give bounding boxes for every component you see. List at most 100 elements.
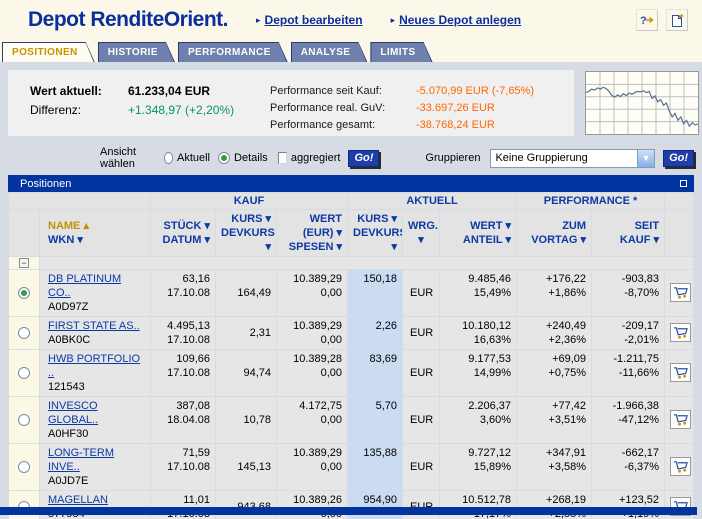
cart-button[interactable]	[670, 283, 691, 302]
seit-kauf-cell: -903,83-8,70%	[592, 270, 664, 316]
col-header-kurs-kauf[interactable]: KURS ▾DEVKURS ▾	[216, 210, 276, 256]
tab-performance[interactable]: PERFORMANCE	[178, 42, 288, 62]
tab-analyse[interactable]: ANALYSE	[291, 42, 368, 62]
position-name-link[interactable]: FIRST STATE AS..	[48, 319, 140, 333]
wert-anteil-cell: 10.180,1216,63%	[440, 317, 516, 349]
tab-positionen[interactable]: POSITIONEN	[2, 42, 95, 62]
gruppieren-select[interactable]: Keine Gruppierung ▼	[490, 149, 655, 168]
perf-seit-kauf-value: -5.070,99 EUR (-7,65%)	[416, 83, 534, 100]
collapse-spacer	[40, 257, 693, 269]
cart-button[interactable]	[670, 457, 691, 476]
radio-aktuell[interactable]	[164, 152, 173, 164]
table-row: FIRST STATE AS..A0BK0C4.495,1317.10.082,…	[9, 317, 693, 349]
zum-vortag-cell: +176,22+1,86%	[517, 270, 591, 316]
col-header-wrg[interactable]: WRG.▾	[403, 210, 439, 256]
position-name-link[interactable]: MAGELLAN	[48, 493, 108, 507]
position-name-link[interactable]: DB PLATINUM CO..	[48, 272, 145, 300]
position-wkn: 121543	[48, 380, 145, 394]
perf-real-guv-label: Performance real. GuV:	[270, 100, 416, 117]
gruppieren-go-button[interactable]: Go!	[663, 150, 694, 167]
col-header-wert-aktuell[interactable]: WERT ▾ANTEIL ▾	[440, 210, 516, 256]
new-document-button[interactable]	[666, 9, 688, 31]
neues-depot-link[interactable]: Neues Depot anlegen	[399, 13, 521, 27]
radio-aktuell-label: Aktuell	[177, 152, 210, 164]
summary-box: Wert aktuell: 61.233,04 EUR Differenz: +…	[8, 70, 574, 136]
group-header-performance: PERFORMANCE *	[517, 193, 664, 209]
position-name-link[interactable]: INVESCO GLOBAL..	[48, 399, 145, 427]
name-cell: DB PLATINUM CO..A0D97Z	[40, 270, 150, 316]
cart-cell	[665, 350, 693, 396]
cart-button[interactable]	[670, 363, 691, 382]
chevron-down-icon[interactable]: ▼	[637, 150, 654, 167]
link-neues-depot[interactable]: ▸ Neues Depot anlegen	[391, 13, 522, 27]
row-radio[interactable]	[18, 327, 30, 339]
cart-button[interactable]	[670, 323, 691, 342]
filter-bar: Ansicht wählen Aktuell Details aggregier…	[8, 147, 694, 169]
tab-analyse-label: ANALYSE	[292, 43, 367, 62]
seit-kauf-cell: -1.211,75-11,66%	[592, 350, 664, 396]
cart-icon	[672, 325, 689, 340]
zum-vortag-cell: +347,91+3,58%	[517, 444, 591, 490]
panel-collapse-icon[interactable]	[680, 180, 687, 187]
stueck-datum-cell: 387,0818.04.08	[151, 397, 215, 443]
tab-limits[interactable]: LIMITS	[370, 42, 432, 62]
row-select-cell	[9, 270, 39, 316]
radio-details-label: Details	[234, 152, 268, 164]
col-header-seit-kauf[interactable]: SEITKAUF ▾	[592, 210, 664, 256]
group-header-blank	[9, 193, 150, 209]
help-forward-icon: ?	[639, 13, 655, 27]
cart-button[interactable]	[670, 410, 691, 429]
new-document-icon	[670, 13, 685, 28]
perf-real-guv-value: -33.697,26 EUR	[416, 100, 495, 117]
col-header-zum-vortag[interactable]: ZUMVORTAG ▾	[517, 210, 591, 256]
arrow-bullet-icon: ▸	[391, 15, 396, 26]
ansicht-go-button[interactable]: Go!	[348, 150, 379, 167]
wert-aktuell-value: 61.233,04 EUR	[128, 82, 210, 101]
depot-bearbeiten-link[interactable]: Depot bearbeiten	[265, 13, 363, 27]
cart-icon	[672, 285, 689, 300]
waehrung-cell: EUR	[403, 444, 439, 490]
row-radio[interactable]	[18, 414, 30, 426]
position-wkn: A0D97Z	[48, 300, 145, 314]
wert-spesen-cell: 4.172,750,00	[277, 397, 347, 443]
differenz-value: +1.348,97 (+2,20%)	[128, 101, 234, 120]
col-header-kurs-aktuell[interactable]: KURS ▾DEVKURS ▾	[348, 210, 402, 256]
link-depot-bearbeiten[interactable]: ▸ Depot bearbeiten	[256, 13, 363, 27]
row-radio[interactable]	[18, 367, 30, 379]
col-header-name[interactable]: NAME ▴WKN ▾	[40, 210, 150, 256]
col-header-wert-kauf[interactable]: WERT (EUR) ▾SPESEN ▾	[277, 210, 347, 256]
group-header-row: KAUFAKTUELLPERFORMANCE *	[9, 193, 693, 209]
kurs-aktuell-cell: 5,70	[348, 397, 402, 443]
row-radio[interactable]	[18, 287, 30, 299]
tab-historie[interactable]: HISTORIE	[98, 42, 175, 62]
group-header-kauf: KAUF	[151, 193, 347, 209]
row-radio[interactable]	[18, 461, 30, 473]
perf-gesamt-label: Performance gesamt:	[270, 117, 416, 134]
wert-anteil-cell: 2.206,373,60%	[440, 397, 516, 443]
differenz-label: Differenz:	[30, 101, 128, 120]
stueck-datum-cell: 109,6617.10.08	[151, 350, 215, 396]
seit-kauf-cell: -662,17-6,37%	[592, 444, 664, 490]
stueck-datum-cell: 4.495,1317.10.08	[151, 317, 215, 349]
wert-anteil-cell: 9.177,5314,99%	[440, 350, 516, 396]
table-row: HWB PORTFOLIO ..121543109,6617.10.0894,7…	[9, 350, 693, 396]
waehrung-cell: EUR	[403, 317, 439, 349]
help-forward-button[interactable]: ?	[636, 9, 658, 31]
radio-details[interactable]	[218, 152, 230, 164]
position-name-link[interactable]: HWB PORTFOLIO ..	[48, 352, 145, 380]
position-name-link[interactable]: LONG-TERM INVE..	[48, 446, 145, 474]
summary-left: Wert aktuell: 61.233,04 EUR Differenz: +…	[30, 82, 270, 136]
mini-chart-svg	[586, 72, 698, 134]
collapse-toggle-icon[interactable]: −	[19, 258, 29, 268]
aggregiert-checkbox[interactable]	[278, 152, 287, 164]
stueck-datum-cell: 63,1617.10.08	[151, 270, 215, 316]
position-wkn: A0HF30	[48, 427, 145, 441]
seit-kauf-cell: -1.966,38-47,12%	[592, 397, 664, 443]
column-header-row: NAME ▴WKN ▾STÜCK ▾DATUM ▾KURS ▾DEVKURS ▾…	[9, 210, 693, 256]
row-select-cell	[9, 444, 39, 490]
zum-vortag-cell: +69,09+0,75%	[517, 350, 591, 396]
wert-spesen-cell: 10.389,290,00	[277, 317, 347, 349]
arrow-bullet-icon: ▸	[256, 15, 261, 26]
kurs-aktuell-cell: 135,88	[348, 444, 402, 490]
col-header-stueck[interactable]: STÜCK ▾DATUM ▾	[151, 210, 215, 256]
